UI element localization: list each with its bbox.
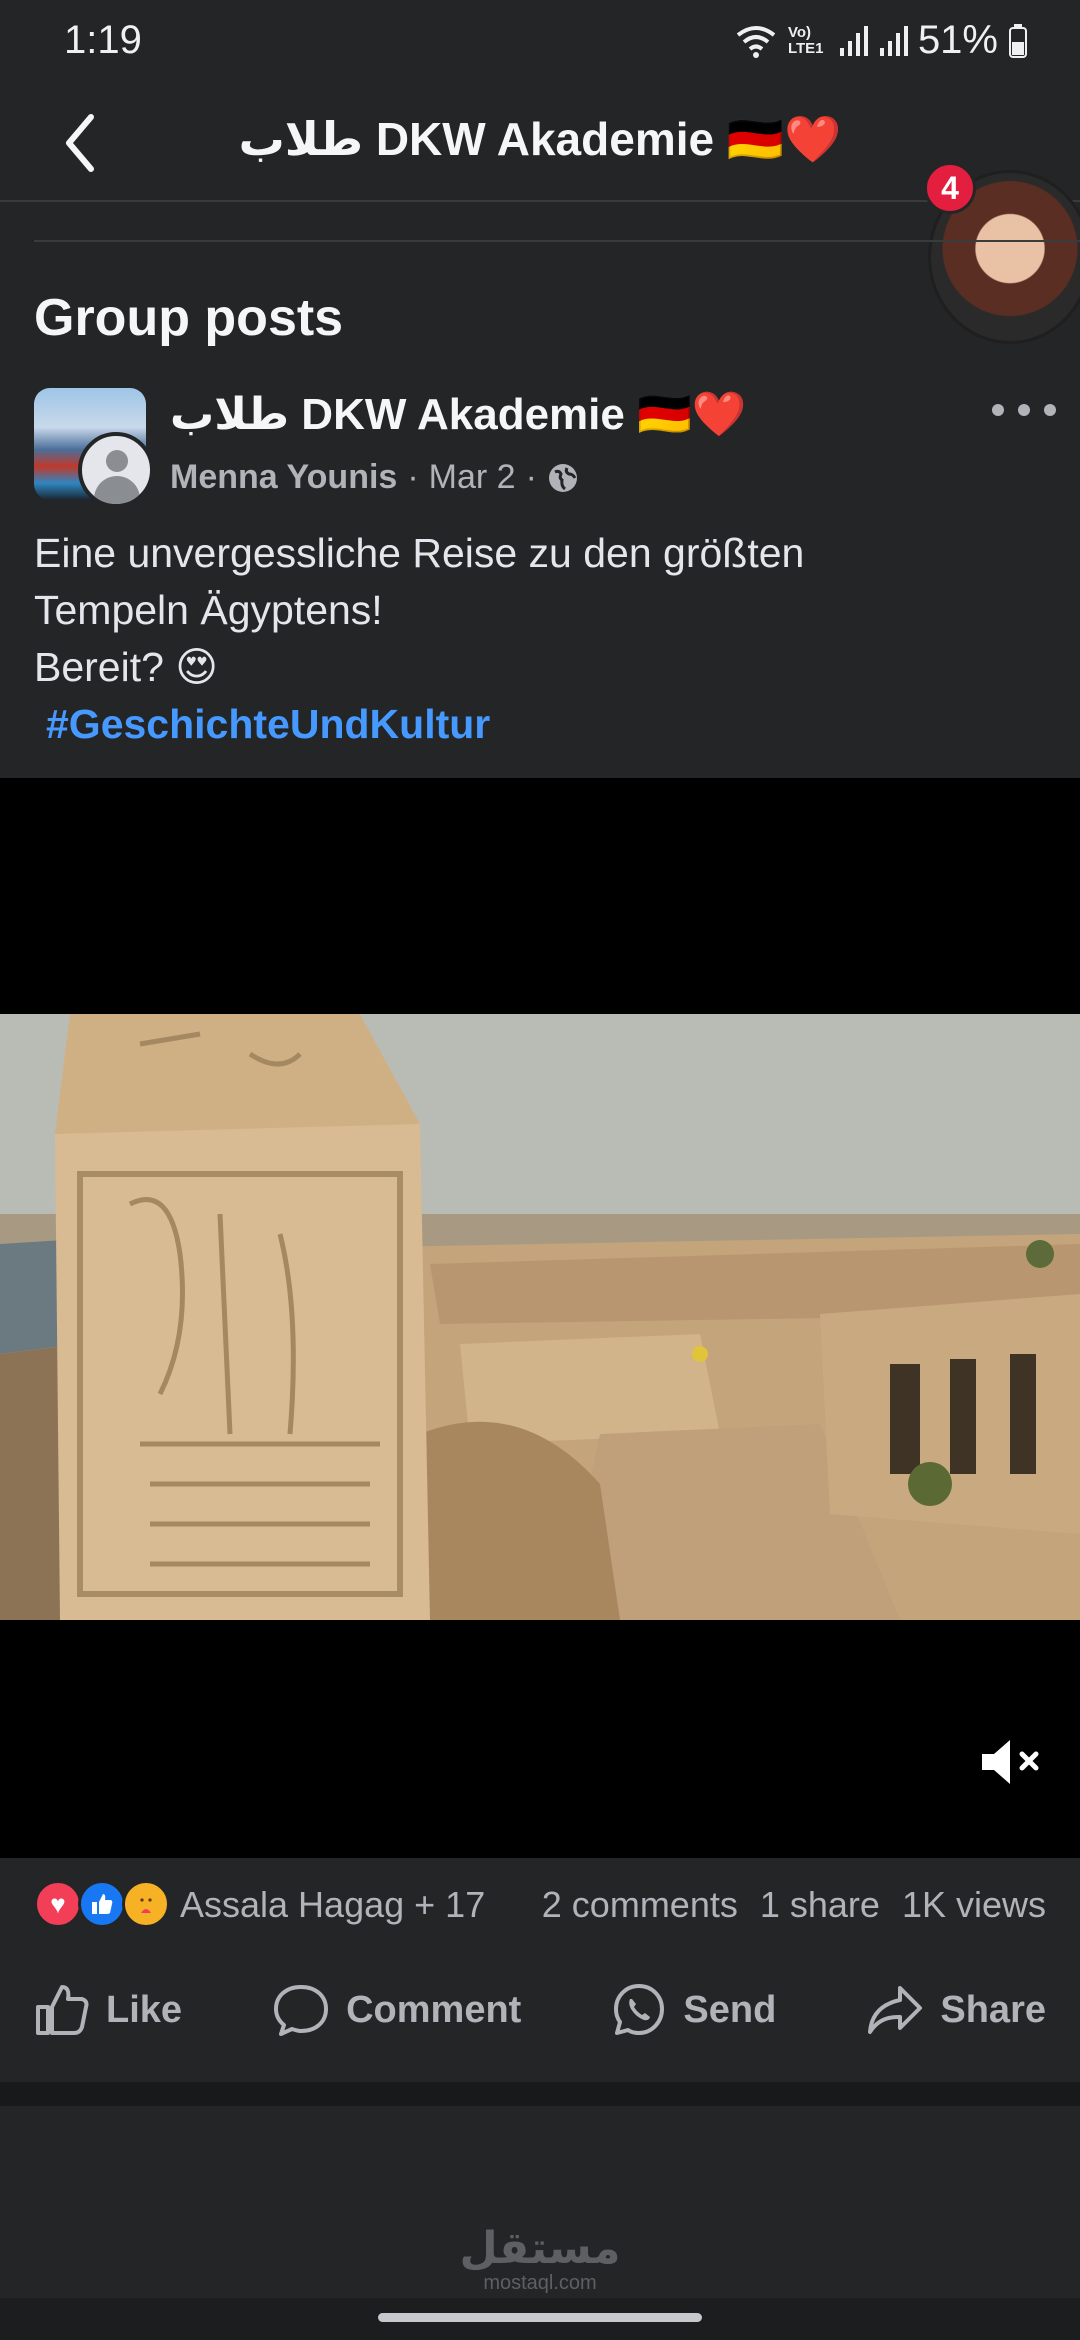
header-title: طلاب DKW Akademie 🇩🇪❤️ <box>238 113 842 165</box>
status-time: 1:19 <box>64 18 142 62</box>
post-group-name[interactable]: طلاب DKW Akademie 🇩🇪❤️ <box>170 388 747 440</box>
signal-icon <box>839 25 868 56</box>
globe-icon <box>548 463 577 492</box>
watermark-latin: mostaql.com <box>483 2272 597 2294</box>
post-more-options-button[interactable] <box>992 390 1056 430</box>
signal-icon-2 <box>879 25 908 56</box>
post-author[interactable]: Menna Younis <box>170 458 397 497</box>
hashtag-link[interactable]: #GeschichteUndKultur <box>34 696 804 753</box>
post-meta: Menna Younis · Mar 2 · <box>170 458 579 497</box>
watermark-arabic: مستقل <box>459 2224 621 2273</box>
comment-button[interactable]: Comment <box>272 1983 521 2037</box>
dot <box>1044 404 1056 416</box>
share-button[interactable]: Share <box>866 1984 1046 2036</box>
post-text-line: Eine unvergessliche Reise zu den größten <box>34 530 805 576</box>
comments-count[interactable]: 2 comments <box>542 1884 738 1926</box>
section-title: Group posts <box>34 289 344 347</box>
send-button[interactable]: Send <box>611 1982 776 2038</box>
reaction-names[interactable]: Assala Hagag + 17 <box>180 1884 485 1926</box>
post-video[interactable] <box>0 778 1080 1858</box>
author-avatar[interactable] <box>78 432 154 508</box>
post-stats: 2 comments 1 share 1K views <box>542 1884 1046 1926</box>
dot <box>992 404 1004 416</box>
like-label: Like <box>106 1988 183 2031</box>
status-icons: Vo) LTE1 51% <box>734 18 1028 63</box>
temple-scene-image <box>0 1014 1080 1620</box>
header-divider <box>0 200 1080 202</box>
status-bar: 1:19 Vo) LTE1 51% <box>0 0 1080 80</box>
like-reaction-icon <box>78 1880 126 1928</box>
wifi-icon <box>736 25 776 58</box>
comment-label: Comment <box>346 1988 522 2031</box>
battery-percent: 51% <box>917 18 998 62</box>
care-reaction-icon <box>122 1880 170 1928</box>
like-button[interactable]: Like <box>34 1983 182 2037</box>
share-label: Share <box>940 1988 1046 2031</box>
group-header: طلاب DKW Akademie 🇩🇪❤️ <box>0 90 1080 200</box>
mute-toggle-button[interactable] <box>978 1734 1046 1790</box>
feed-separator <box>0 2082 1080 2106</box>
whatsapp-icon <box>614 1984 665 2035</box>
post-text: Eine unvergessliche Reise zu den größten… <box>34 525 804 753</box>
comment-icon <box>274 1985 329 2036</box>
video-frame <box>0 1014 1080 1620</box>
meta-separator-2: · <box>525 458 537 496</box>
like-icon <box>36 1985 89 2035</box>
battery-icon <box>1009 23 1027 58</box>
post-text-line: Tempeln Ägyptens! <box>34 587 383 633</box>
network-label: Vo) LTE1 <box>787 23 824 57</box>
share-icon <box>868 1986 923 2034</box>
post-text-line: Bereit? 😍 <box>34 644 219 690</box>
views-count: 1K views <box>901 1884 1046 1925</box>
section-divider <box>34 240 1080 242</box>
home-indicator[interactable] <box>378 2313 702 2322</box>
reaction-icons[interactable]: ♥ <box>34 1880 170 1930</box>
watermark: مستقل mostaql.com <box>0 2226 1080 2295</box>
chat-head-badge: 4 <box>924 162 976 214</box>
speaker-muted-icon <box>982 1740 1039 1784</box>
send-label: Send <box>683 1988 777 2031</box>
meta-separator: · <box>407 458 419 496</box>
love-reaction-icon: ♥ <box>34 1880 82 1928</box>
dot <box>1018 404 1030 416</box>
shares-count[interactable]: 1 share <box>760 1884 880 1926</box>
post-actions: Like Comment Send Share <box>0 1950 1080 2070</box>
post-date[interactable]: Mar 2 <box>429 458 516 497</box>
